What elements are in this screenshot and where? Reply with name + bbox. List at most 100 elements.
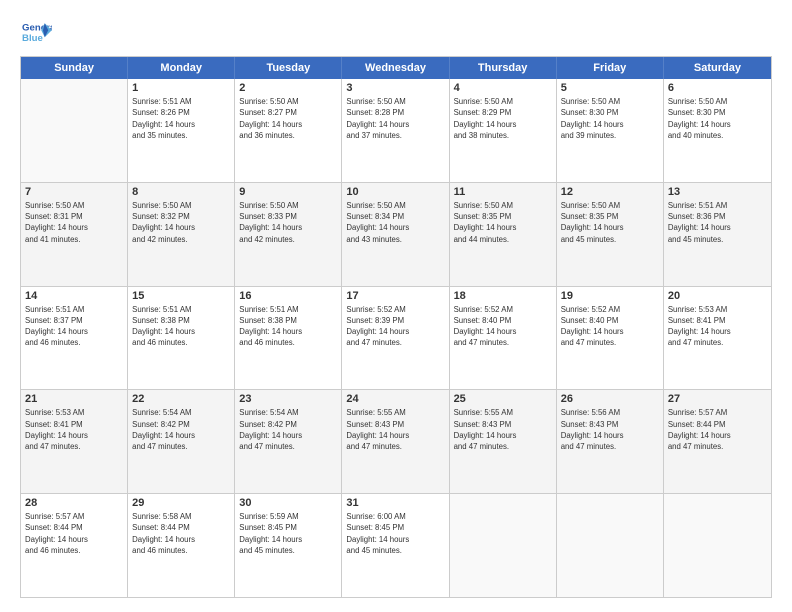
day-info: Sunrise: 5:55 AM Sunset: 8:43 PM Dayligh… — [454, 407, 552, 452]
day-info: Sunrise: 5:50 AM Sunset: 8:33 PM Dayligh… — [239, 200, 337, 245]
calendar-cell: 14 Sunrise: 5:51 AM Sunset: 8:37 PM Dayli… — [21, 287, 128, 390]
weekday-header: Sunday — [21, 57, 128, 79]
page: General Blue SundayMondayTuesdayWednesda… — [0, 0, 792, 612]
calendar-cell: 9 Sunrise: 5:50 AM Sunset: 8:33 PM Daylig… — [235, 183, 342, 286]
calendar-cell: 31 Sunrise: 6:00 AM Sunset: 8:45 PM Dayli… — [342, 494, 449, 597]
calendar-row: 21 Sunrise: 5:53 AM Sunset: 8:41 PM Dayli… — [21, 389, 771, 493]
day-number: 3 — [346, 82, 444, 94]
calendar-cell: 17 Sunrise: 5:52 AM Sunset: 8:39 PM Dayli… — [342, 287, 449, 390]
day-info: Sunrise: 5:57 AM Sunset: 8:44 PM Dayligh… — [668, 407, 767, 452]
calendar-cell: 1 Sunrise: 5:51 AM Sunset: 8:26 PM Daylig… — [128, 79, 235, 182]
day-info: Sunrise: 5:51 AM Sunset: 8:37 PM Dayligh… — [25, 304, 123, 349]
day-info: Sunrise: 5:50 AM Sunset: 8:34 PM Dayligh… — [346, 200, 444, 245]
weekday-header: Tuesday — [235, 57, 342, 79]
day-number: 25 — [454, 393, 552, 405]
day-info: Sunrise: 5:52 AM Sunset: 8:40 PM Dayligh… — [561, 304, 659, 349]
day-number: 13 — [668, 186, 767, 198]
day-number: 26 — [561, 393, 659, 405]
calendar-cell — [557, 494, 664, 597]
day-info: Sunrise: 5:54 AM Sunset: 8:42 PM Dayligh… — [239, 407, 337, 452]
day-info: Sunrise: 5:50 AM Sunset: 8:31 PM Dayligh… — [25, 200, 123, 245]
day-number: 18 — [454, 290, 552, 302]
weekday-header: Thursday — [450, 57, 557, 79]
calendar-cell: 18 Sunrise: 5:52 AM Sunset: 8:40 PM Dayli… — [450, 287, 557, 390]
calendar-cell: 29 Sunrise: 5:58 AM Sunset: 8:44 PM Dayli… — [128, 494, 235, 597]
calendar-cell: 11Sunrise: 5:50 AM Sunset: 8:35 PM Dayli… — [450, 183, 557, 286]
day-info: Sunrise: 5:51 AM Sunset: 8:38 PM Dayligh… — [132, 304, 230, 349]
day-number: 1 — [132, 82, 230, 94]
day-info: Sunrise: 5:59 AM Sunset: 8:45 PM Dayligh… — [239, 511, 337, 556]
weekday-header: Saturday — [664, 57, 771, 79]
calendar-cell: 21 Sunrise: 5:53 AM Sunset: 8:41 PM Dayli… — [21, 390, 128, 493]
day-number: 19 — [561, 290, 659, 302]
calendar-cell: 5 Sunrise: 5:50 AM Sunset: 8:30 PM Daylig… — [557, 79, 664, 182]
calendar-cell — [21, 79, 128, 182]
day-number: 9 — [239, 186, 337, 198]
day-info: Sunrise: 5:53 AM Sunset: 8:41 PM Dayligh… — [25, 407, 123, 452]
day-number: 23 — [239, 393, 337, 405]
calendar-cell: 4 Sunrise: 5:50 AM Sunset: 8:29 PM Daylig… — [450, 79, 557, 182]
day-info: Sunrise: 5:50 AM Sunset: 8:30 PM Dayligh… — [561, 96, 659, 141]
day-info: Sunrise: 5:50 AM Sunset: 8:35 PM Dayligh… — [561, 200, 659, 245]
day-number: 12 — [561, 186, 659, 198]
weekday-header: Wednesday — [342, 57, 449, 79]
day-info: Sunrise: 6:00 AM Sunset: 8:45 PM Dayligh… — [346, 511, 444, 556]
day-number: 7 — [25, 186, 123, 198]
day-number: 31 — [346, 497, 444, 509]
day-number: 4 — [454, 82, 552, 94]
day-info: Sunrise: 5:52 AM Sunset: 8:39 PM Dayligh… — [346, 304, 444, 349]
day-info: Sunrise: 5:50 AM Sunset: 8:30 PM Dayligh… — [668, 96, 767, 141]
day-number: 30 — [239, 497, 337, 509]
calendar-row: 7 Sunrise: 5:50 AM Sunset: 8:31 PM Daylig… — [21, 182, 771, 286]
calendar-cell: 23 Sunrise: 5:54 AM Sunset: 8:42 PM Dayli… — [235, 390, 342, 493]
calendar-cell — [664, 494, 771, 597]
calendar-row: 28 Sunrise: 5:57 AM Sunset: 8:44 PM Dayli… — [21, 493, 771, 597]
day-number: 14 — [25, 290, 123, 302]
day-info: Sunrise: 5:51 AM Sunset: 8:36 PM Dayligh… — [668, 200, 767, 245]
weekday-header: Monday — [128, 57, 235, 79]
day-info: Sunrise: 5:50 AM Sunset: 8:29 PM Dayligh… — [454, 96, 552, 141]
day-number: 21 — [25, 393, 123, 405]
day-number: 8 — [132, 186, 230, 198]
calendar-cell: 25 Sunrise: 5:55 AM Sunset: 8:43 PM Dayli… — [450, 390, 557, 493]
calendar: SundayMondayTuesdayWednesdayThursdayFrid… — [20, 56, 772, 598]
calendar-cell: 13 Sunrise: 5:51 AM Sunset: 8:36 PM Dayli… — [664, 183, 771, 286]
day-info: Sunrise: 5:57 AM Sunset: 8:44 PM Dayligh… — [25, 511, 123, 556]
day-info: Sunrise: 5:50 AM Sunset: 8:27 PM Dayligh… — [239, 96, 337, 141]
day-number: 24 — [346, 393, 444, 405]
calendar-cell: 10 Sunrise: 5:50 AM Sunset: 8:34 PM Dayli… — [342, 183, 449, 286]
day-number: 5 — [561, 82, 659, 94]
day-info: Sunrise: 5:52 AM Sunset: 8:40 PM Dayligh… — [454, 304, 552, 349]
calendar-cell: 26 Sunrise: 5:56 AM Sunset: 8:43 PM Dayli… — [557, 390, 664, 493]
day-info: Sunrise: 5:51 AM Sunset: 8:38 PM Dayligh… — [239, 304, 337, 349]
calendar-cell: 22Sunrise: 5:54 AM Sunset: 8:42 PM Dayli… — [128, 390, 235, 493]
day-info: Sunrise: 5:56 AM Sunset: 8:43 PM Dayligh… — [561, 407, 659, 452]
day-number: 28 — [25, 497, 123, 509]
calendar-cell: 15Sunrise: 5:51 AM Sunset: 8:38 PM Dayli… — [128, 287, 235, 390]
svg-text:Blue: Blue — [22, 33, 43, 44]
day-info: Sunrise: 5:50 AM Sunset: 8:32 PM Dayligh… — [132, 200, 230, 245]
day-info: Sunrise: 5:51 AM Sunset: 8:26 PM Dayligh… — [132, 96, 230, 141]
calendar-header: SundayMondayTuesdayWednesdayThursdayFrid… — [21, 57, 771, 79]
calendar-cell: 12 Sunrise: 5:50 AM Sunset: 8:35 PM Dayli… — [557, 183, 664, 286]
day-info: Sunrise: 5:55 AM Sunset: 8:43 PM Dayligh… — [346, 407, 444, 452]
logo: General Blue — [20, 18, 52, 46]
calendar-cell: 2Sunrise: 5:50 AM Sunset: 8:27 PM Daylig… — [235, 79, 342, 182]
calendar-cell: 20Sunrise: 5:53 AM Sunset: 8:41 PM Dayli… — [664, 287, 771, 390]
calendar-cell: 30 Sunrise: 5:59 AM Sunset: 8:45 PM Dayli… — [235, 494, 342, 597]
calendar-cell: 19 Sunrise: 5:52 AM Sunset: 8:40 PM Dayli… — [557, 287, 664, 390]
day-info: Sunrise: 5:50 AM Sunset: 8:35 PM Dayligh… — [454, 200, 552, 245]
calendar-row: 14 Sunrise: 5:51 AM Sunset: 8:37 PM Dayli… — [21, 286, 771, 390]
day-number: 22 — [132, 393, 230, 405]
day-number: 10 — [346, 186, 444, 198]
calendar-body: 1 Sunrise: 5:51 AM Sunset: 8:26 PM Daylig… — [21, 79, 771, 597]
day-number: 29 — [132, 497, 230, 509]
calendar-cell — [450, 494, 557, 597]
calendar-cell: 16Sunrise: 5:51 AM Sunset: 8:38 PM Dayli… — [235, 287, 342, 390]
day-info: Sunrise: 5:58 AM Sunset: 8:44 PM Dayligh… — [132, 511, 230, 556]
day-number: 27 — [668, 393, 767, 405]
header: General Blue — [20, 18, 772, 46]
day-number: 6 — [668, 82, 767, 94]
day-info: Sunrise: 5:53 AM Sunset: 8:41 PM Dayligh… — [668, 304, 767, 349]
day-number: 17 — [346, 290, 444, 302]
